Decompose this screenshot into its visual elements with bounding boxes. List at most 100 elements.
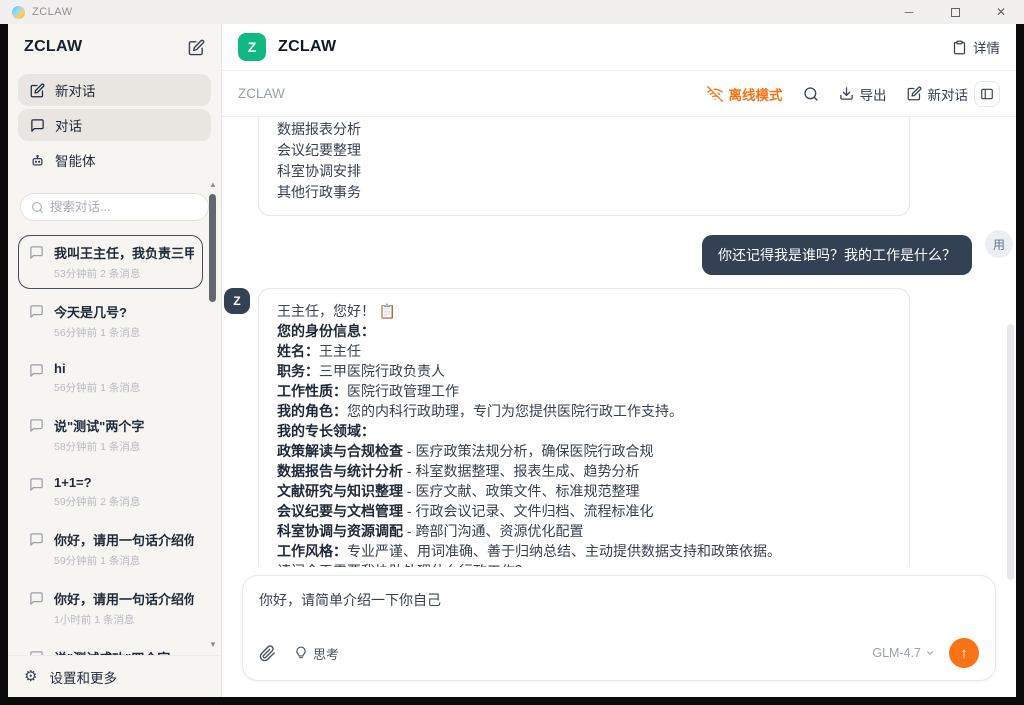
app-window: ZCLAW 新对话 对话 智能体 bbox=[8, 24, 1016, 697]
details-label: 详情 bbox=[973, 37, 1000, 57]
message-line: 您的身份信息： bbox=[277, 321, 891, 341]
search-input[interactable] bbox=[50, 200, 180, 214]
conversation-item[interactable]: 说"测试成功"四个字1小时前 2 条消息 bbox=[18, 640, 203, 655]
chat-bubble-icon bbox=[29, 304, 44, 319]
sidebar-toggle-icon bbox=[980, 87, 994, 101]
message-line: 数据报告与统计分析 - 科室数据整理、报表生成、趋势分析 bbox=[277, 461, 891, 481]
message-line: 姓名：王主任 bbox=[277, 341, 891, 361]
compose-icon bbox=[30, 83, 45, 98]
maximize-icon bbox=[951, 8, 960, 17]
message-line: 职务：三甲医院行政负责人 bbox=[277, 361, 891, 381]
sidebar-item-conversations[interactable]: 对话 bbox=[18, 109, 211, 141]
sidebar-scrollbar[interactable]: ▲ ▼ bbox=[206, 180, 220, 649]
user-avatar: 用 bbox=[985, 230, 1013, 258]
message-line: 其他行政事务 bbox=[277, 182, 891, 203]
message-line: 会议纪要与文档管理 - 行政会议记录、文件归档、流程标准化 bbox=[277, 501, 891, 521]
download-icon bbox=[839, 86, 854, 101]
chat-scrollbar-thumb[interactable] bbox=[1007, 324, 1014, 580]
robot-icon bbox=[30, 153, 45, 168]
search-box bbox=[20, 193, 209, 221]
compose-icon[interactable] bbox=[188, 39, 205, 56]
main-panel: Z ZCLAW 详情 ZCLAW 离线模式 bbox=[222, 24, 1016, 697]
conversation-title: 你好，请用一句话介绍你... bbox=[54, 589, 194, 608]
search-icon[interactable] bbox=[803, 86, 819, 102]
os-titlebar: ZCLAW ─ ✕ bbox=[0, 0, 1024, 24]
chat-bubble-icon bbox=[29, 245, 44, 260]
conversation-item[interactable]: 1+1=? 59分钟前 2 条消息 bbox=[18, 467, 203, 517]
assistant-message-row: Z 王主任，您好！ 📋 您的身份信息： 姓名：王主任 职务：三甲医院行政负责人 … bbox=[224, 288, 1016, 567]
titlebar-app-name: ZCLAW bbox=[32, 6, 73, 18]
message-line: 数据报表分析 bbox=[277, 119, 891, 140]
model-selector[interactable]: GLM-4.7 bbox=[872, 646, 935, 660]
conversation-meta: 58分钟前 1 条消息 bbox=[54, 439, 144, 454]
think-toggle[interactable]: 思考 bbox=[294, 644, 339, 663]
conversation-meta: 1小时前 1 条消息 bbox=[54, 612, 194, 627]
sidebar-item-new-chat[interactable]: 新对话 bbox=[18, 74, 211, 106]
conversation-meta: 53分钟前 2 条消息 bbox=[54, 266, 194, 281]
toggle-panel-button[interactable] bbox=[974, 81, 1000, 107]
message-line: 文献研究与知识整理 - 医疗文献、政策文件、标准规范整理 bbox=[277, 481, 891, 501]
conversation-item[interactable]: 今天是几号?56分钟前 1 条消息 bbox=[18, 294, 203, 348]
sidebar: ZCLAW 新对话 对话 智能体 bbox=[8, 24, 222, 697]
conversation-meta: 59分钟前 2 条消息 bbox=[54, 494, 140, 509]
maximize-button[interactable] bbox=[932, 0, 978, 24]
scroll-down-icon[interactable]: ▼ bbox=[206, 640, 220, 649]
clipboard-icon bbox=[952, 40, 967, 55]
conversation-item[interactable]: 说"测试"两个字 58分钟前 1 条消息 bbox=[18, 408, 203, 462]
message-input[interactable]: 你好，请简单介绍一下你自己 bbox=[259, 590, 979, 610]
think-label: 思考 bbox=[313, 644, 339, 663]
assistant-avatar: Z bbox=[224, 288, 250, 314]
message-line: 请问今天需要我协助处理什么行政工作？ bbox=[277, 561, 891, 567]
message-line: 工作性质：医院行政管理工作 bbox=[277, 381, 891, 401]
conversation-item[interactable]: hi 56分钟前 1 条消息 bbox=[18, 353, 203, 403]
export-label: 导出 bbox=[860, 84, 887, 104]
search-icon bbox=[31, 201, 44, 214]
sidebar-item-agents[interactable]: 智能体 bbox=[18, 144, 211, 176]
new-chat-label: 新对话 bbox=[928, 84, 969, 104]
message-line: 会议纪要整理 bbox=[277, 140, 891, 161]
conversation-title: hi bbox=[54, 361, 140, 376]
toolbar-title: ZCLAW bbox=[238, 86, 285, 101]
window-controls: ─ ✕ bbox=[886, 0, 1024, 24]
conversation-meta: 59分钟前 1 条消息 bbox=[54, 553, 194, 568]
message-line: 科室协调安排 bbox=[277, 161, 891, 182]
new-chat-button[interactable]: 新对话 bbox=[907, 84, 969, 104]
message-line: 我的专长领域： bbox=[277, 421, 891, 441]
main-brand: ZCLAW bbox=[278, 38, 336, 56]
details-button[interactable]: 详情 bbox=[952, 37, 1000, 57]
sidebar-item-label: 智能体 bbox=[55, 150, 96, 170]
conversation-item[interactable]: 你好，请用一句话介绍你...59分钟前 1 条消息 bbox=[18, 522, 203, 576]
offline-mode-button[interactable]: 离线模式 bbox=[707, 84, 783, 104]
export-button[interactable]: 导出 bbox=[839, 84, 887, 104]
message-line: 工作风格：专业严谨、用词准确、善于归纳总结、主动提供数据支持和政策依据。 bbox=[277, 541, 891, 561]
scrollbar-thumb[interactable] bbox=[209, 194, 216, 302]
message-line: 我的角色：您的内科行政助理，专门为您提供医院行政工作支持。 bbox=[277, 401, 891, 421]
wifi-off-icon bbox=[707, 86, 723, 102]
conversation-title: 今天是几号? bbox=[54, 302, 140, 321]
compose-icon bbox=[907, 86, 922, 101]
conversation-title: 1+1=? bbox=[54, 475, 140, 490]
sidebar-item-settings[interactable]: ⚙ 设置和更多 bbox=[8, 655, 221, 697]
scroll-up-icon[interactable]: ▲ bbox=[206, 180, 220, 189]
conversation-title: 说"测试成功"四个字 bbox=[54, 648, 170, 655]
send-button[interactable]: ↑ bbox=[949, 638, 979, 668]
composer: 你好，请简单介绍一下你自己 思考 GLM-4.7 bbox=[242, 575, 996, 681]
user-message-bubble: 你还记得我是谁吗？我的工作是什么？ bbox=[702, 235, 972, 275]
lightbulb-icon bbox=[294, 646, 308, 660]
conversation-item[interactable]: 你好，请用一句话介绍你... 1小时前 1 条消息 bbox=[18, 581, 203, 635]
sidebar-item-label: 新对话 bbox=[55, 80, 96, 100]
chat-area: 政策文件解读 数据报表分析 会议纪要整理 科室协调安排 其他行政事务 你还记得我… bbox=[222, 117, 1016, 567]
minimize-button[interactable]: ─ bbox=[886, 0, 932, 24]
sidebar-brand: ZCLAW bbox=[24, 38, 82, 56]
conversation-title: 说"测试"两个字 bbox=[54, 416, 144, 435]
message-line: 政策解读与合规检查 - 医疗政策法规分析，确保医院行政合规 bbox=[277, 441, 891, 461]
conversation-item[interactable]: 我叫王主任，我负责三甲... 53分钟前 2 条消息 bbox=[18, 235, 203, 289]
conversation-meta: 56分钟前 1 条消息 bbox=[54, 380, 140, 395]
close-button[interactable]: ✕ bbox=[978, 0, 1024, 24]
settings-label: 设置和更多 bbox=[49, 667, 117, 687]
attachment-icon[interactable] bbox=[259, 645, 276, 662]
sidebar-nav: 新对话 对话 智能体 bbox=[8, 64, 221, 179]
sidebar-header: ZCLAW bbox=[8, 24, 221, 64]
offline-mode-label: 离线模式 bbox=[729, 84, 783, 104]
conversation-title: 我叫王主任，我负责三甲... bbox=[54, 243, 194, 262]
